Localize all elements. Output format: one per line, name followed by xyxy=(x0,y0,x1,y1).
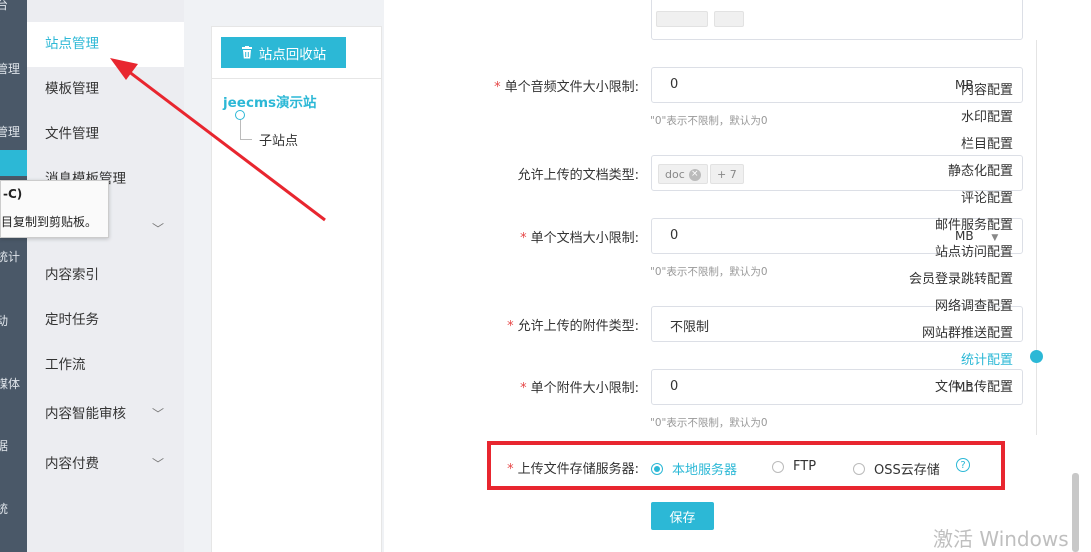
main-nav-rail: 台 管理 管理 统计 动 媒体 据 统 xyxy=(0,0,27,552)
doc-type-more-tag[interactable]: + 7 xyxy=(710,164,744,184)
chevron-down-icon: ﹀ xyxy=(151,457,164,471)
trash-icon xyxy=(241,46,252,59)
submenu-item-smart-review[interactable]: 内容智能审核 ﹀ xyxy=(27,392,184,437)
anchor-active-dot xyxy=(1030,350,1043,363)
doc-size-label: * 单个文档大小限制: xyxy=(520,231,639,246)
rail-active-item[interactable] xyxy=(0,150,27,176)
site-tree-panel: 站点回收站 jeecms演示站 子站点 xyxy=(211,26,382,552)
rail-label[interactable]: 动 xyxy=(0,312,27,329)
anchor-content-config[interactable]: 内容配置 xyxy=(961,79,1013,98)
anchor-push-config[interactable]: 网站群推送配置 xyxy=(922,322,1013,341)
submenu-item-template-management[interactable]: 模板管理 xyxy=(27,67,184,112)
anchor-statistics-config[interactable]: 统计配置 xyxy=(961,349,1013,368)
attach-types-label: * 允许上传的附件类型: xyxy=(507,319,639,334)
rail-label[interactable]: 台 xyxy=(0,0,27,13)
sub-menu: 站点管理 模板管理 文件管理 消息模板管理 ﹀ 内容索引 定时任务 工作流 内容… xyxy=(27,0,184,552)
tree-toggle-icon[interactable] xyxy=(235,110,245,120)
audio-size-label: * 单个音频文件大小限制: xyxy=(494,80,639,95)
close-icon[interactable]: × xyxy=(688,169,701,181)
chevron-down-icon: ﹀ xyxy=(151,407,164,421)
anchor-upload-config[interactable]: 文件上传配置 xyxy=(935,376,1013,395)
rail-label[interactable]: 统计 xyxy=(0,248,27,265)
submenu-item-file-management[interactable]: 文件管理 xyxy=(27,112,184,157)
anchor-watermark-config[interactable]: 水印配置 xyxy=(961,106,1013,125)
recycle-bin-label: 站点回收站 xyxy=(258,46,327,62)
site-recycle-bin-button[interactable]: 站点回收站 xyxy=(221,37,346,68)
submenu-item-content-index[interactable]: 内容索引 xyxy=(27,253,184,298)
audio-size-hint: "0"表示不限制，默认为0 xyxy=(650,115,768,127)
tree-root-node[interactable]: jeecms演示站 xyxy=(223,91,317,111)
anchor-access-config[interactable]: 站点访问配置 xyxy=(935,241,1013,260)
anchor-static-config[interactable]: 静态化配置 xyxy=(948,160,1013,179)
chevron-down-icon: ﹀ xyxy=(151,222,164,236)
tag-partial xyxy=(714,11,744,27)
anchor-comment-config[interactable]: 评论配置 xyxy=(961,187,1013,206)
highlight-box xyxy=(487,441,1005,490)
save-button[interactable]: 保存 xyxy=(651,502,714,530)
submenu-item-site-management[interactable]: 站点管理 xyxy=(27,22,184,67)
anchor-survey-config[interactable]: 网络调查配置 xyxy=(935,295,1013,314)
rail-label[interactable]: 媒体 xyxy=(0,375,27,392)
rail-label[interactable]: 据 xyxy=(0,437,27,454)
rail-label[interactable]: 管理 xyxy=(0,60,27,77)
submenu-item-scheduled-tasks[interactable]: 定时任务 xyxy=(27,298,184,343)
tree-child-node[interactable]: 子站点 xyxy=(259,130,298,149)
doc-size-hint: "0"表示不限制，默认为0 xyxy=(650,266,768,278)
tag-partial xyxy=(656,11,708,27)
rail-label[interactable]: 统 xyxy=(0,500,27,517)
tree-connector xyxy=(240,120,241,140)
rail-label[interactable]: 管理 xyxy=(0,123,27,140)
anchor-column-config[interactable]: 栏目配置 xyxy=(961,133,1013,152)
submenu-item-workflow[interactable]: 工作流 xyxy=(27,343,184,388)
attach-size-label: * 单个附件大小限制: xyxy=(520,381,639,396)
anchor-track xyxy=(1036,40,1037,435)
anchor-mail-config[interactable]: 邮件服务配置 xyxy=(935,214,1013,233)
anchor-login-redirect-config[interactable]: 会员登录跳转配置 xyxy=(909,268,1013,287)
field-partial-top[interactable] xyxy=(651,0,1023,40)
windows-watermark: 激活 Windows xyxy=(933,527,1069,551)
submenu-item-paid-content[interactable]: 内容付费 ﹀ xyxy=(27,442,184,487)
copy-tooltip: -C) 目复制到剪贴板。 xyxy=(0,180,109,238)
scrollbar-thumb[interactable] xyxy=(1072,473,1079,552)
attach-size-hint: "0"表示不限制，默认为0 xyxy=(650,417,768,429)
tooltip-text: 目复制到剪贴板。 xyxy=(1,215,98,229)
tooltip-shortcut: -C) xyxy=(3,187,23,201)
tree-connector xyxy=(240,139,252,140)
doc-type-tag[interactable]: doc × xyxy=(658,164,708,184)
doc-types-label: 允许上传的文档类型: xyxy=(517,168,639,183)
